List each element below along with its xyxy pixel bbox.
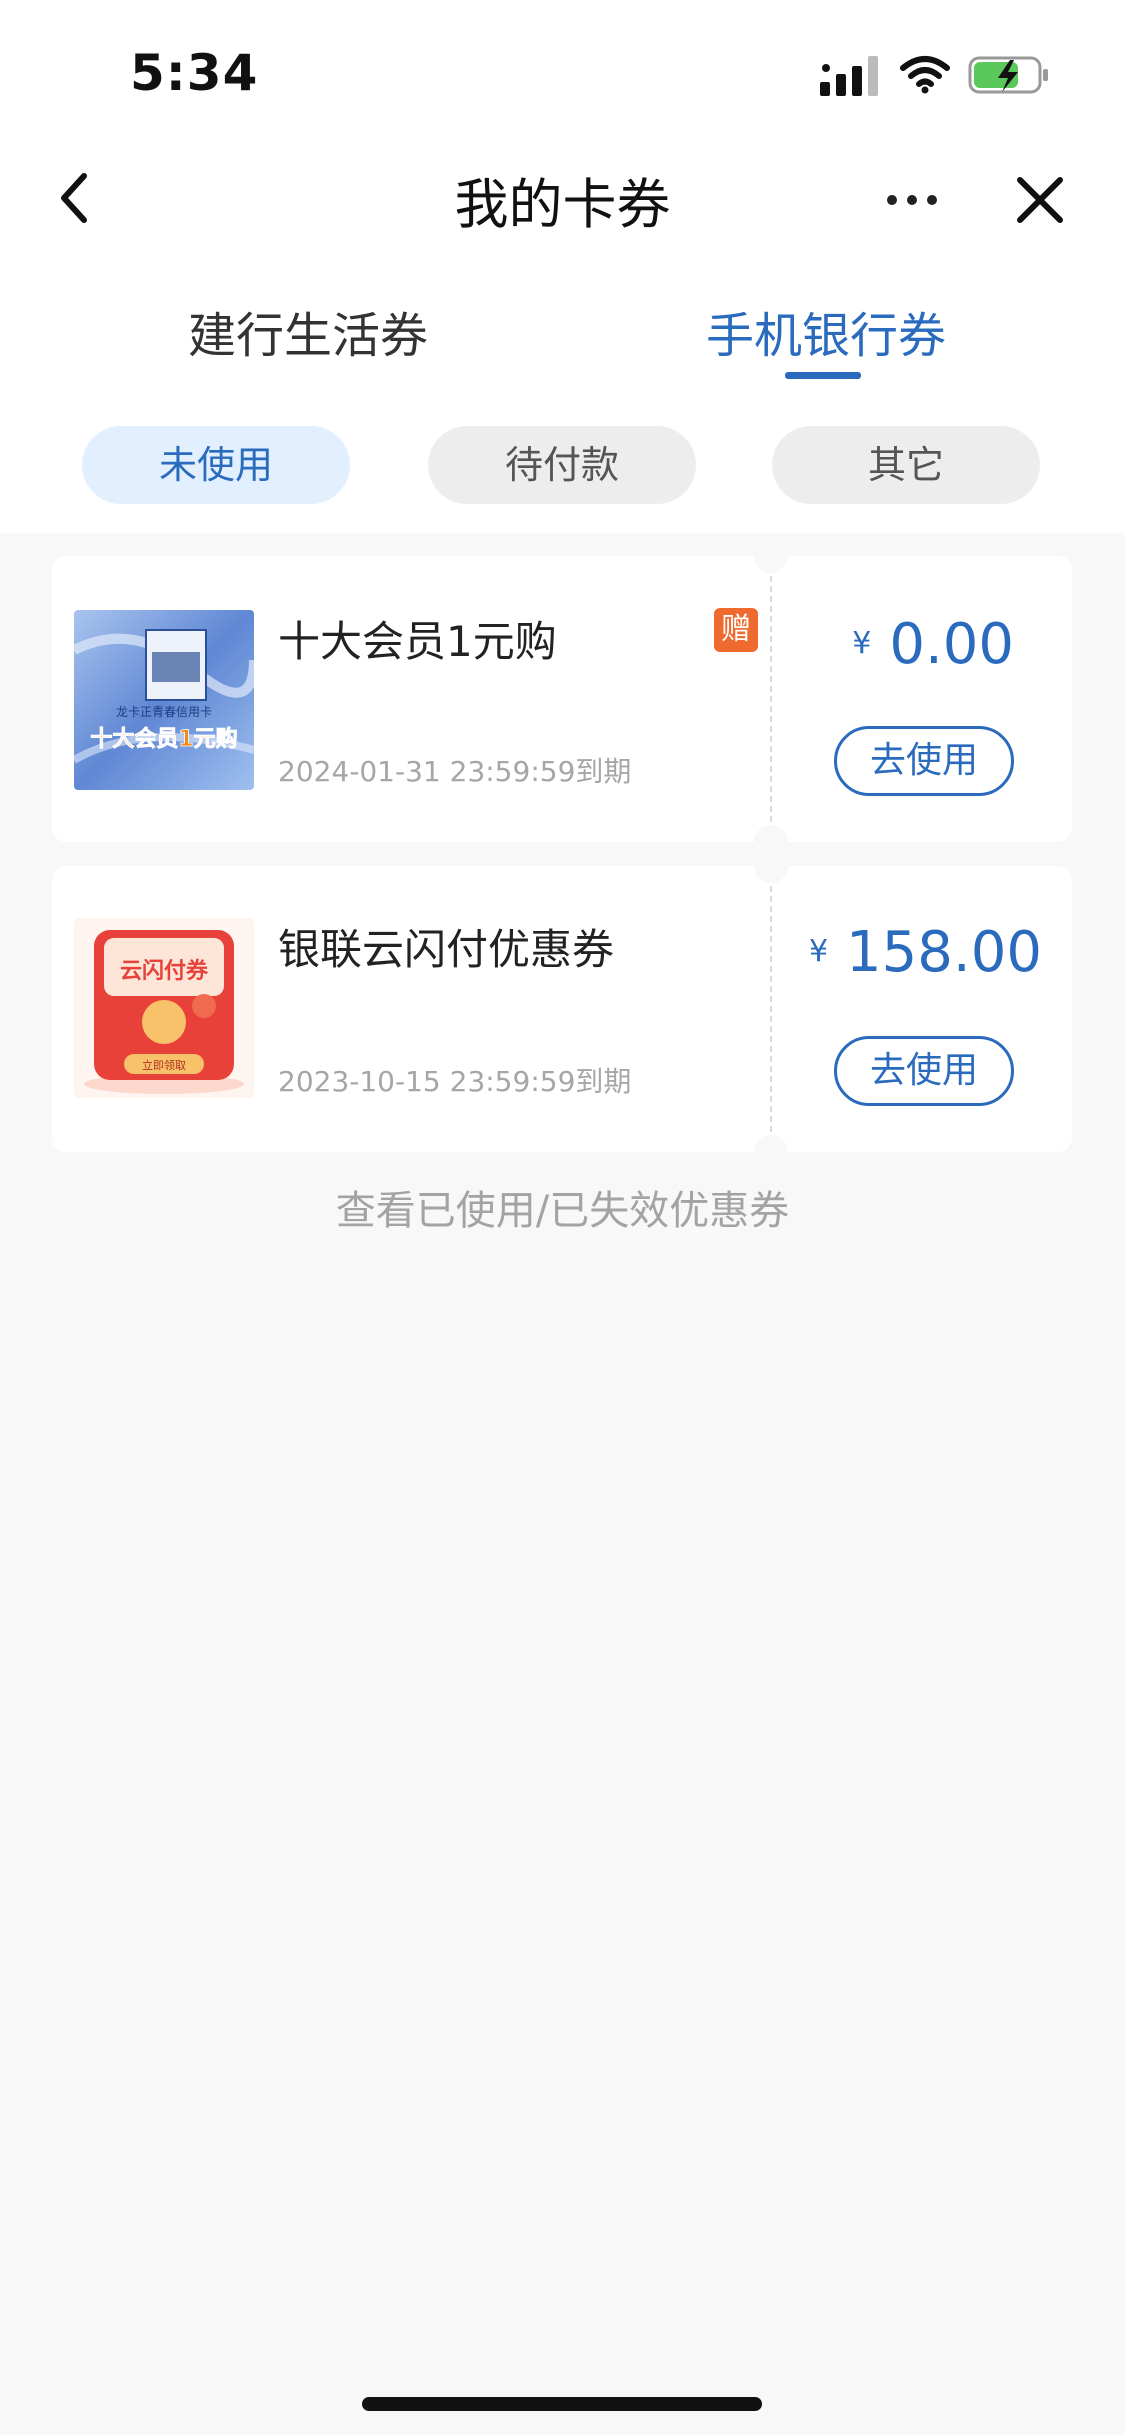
card-divider bbox=[770, 556, 772, 842]
home-indicator bbox=[362, 2397, 762, 2411]
active-tab-indicator bbox=[785, 372, 861, 379]
currency-symbol: ¥ bbox=[852, 626, 872, 662]
thumb-text-1: 龙卡正青春信用卡 bbox=[116, 705, 212, 719]
coupon-card[interactable]: 云闪付券 立即领取 银联云闪付优惠券 2023-10-15 23:59:59到期… bbox=[52, 849, 1072, 1169]
coupon-title: 十大会员1元购 bbox=[278, 617, 557, 666]
battery-charging-icon bbox=[968, 56, 1048, 94]
coupon-title: 银联云闪付优惠券 bbox=[278, 925, 615, 974]
coupon-expiry: 2024-01-31 23:59:59到期 bbox=[278, 755, 632, 788]
thumb-text-2: 立即领取 bbox=[142, 1058, 186, 1072]
thumb-text-2: 十大会员1元购 bbox=[90, 726, 237, 752]
more-horizontal-icon[interactable] bbox=[882, 180, 942, 220]
thumb-text-1: 云闪付券 bbox=[120, 958, 209, 984]
page-title: 我的卡券 bbox=[454, 173, 671, 236]
coupon-expiry: 2023-10-15 23:59:59到期 bbox=[278, 1065, 632, 1098]
coupon-amount: ¥0.00 bbox=[852, 612, 1014, 677]
filter-pending-payment[interactable]: 待付款 bbox=[428, 426, 696, 504]
filter-unused[interactable]: 未使用 bbox=[82, 426, 350, 504]
wifi-icon bbox=[900, 56, 950, 94]
card-divider bbox=[770, 866, 772, 1152]
close-icon[interactable] bbox=[1010, 170, 1070, 230]
cellular-signal-icon bbox=[820, 56, 878, 96]
currency-symbol: ¥ bbox=[808, 934, 829, 970]
amount-value: 158.00 bbox=[846, 920, 1042, 985]
coupon-card[interactable]: 龙卡正青春信用卡 十大会员1元购 十大会员1元购 赠 2024-01-31 23… bbox=[52, 539, 1072, 859]
coupon-thumbnail: 云闪付券 立即领取 bbox=[74, 918, 254, 1098]
use-coupon-button[interactable]: 去使用 bbox=[834, 1036, 1014, 1106]
use-coupon-button[interactable]: 去使用 bbox=[834, 726, 1014, 796]
coupon-amount: ¥158.00 bbox=[809, 920, 1042, 985]
tab-ccb-life-coupons[interactable]: 建行生活券 bbox=[188, 296, 428, 366]
amount-value: 0.00 bbox=[889, 612, 1014, 677]
gift-badge: 赠 bbox=[714, 608, 758, 652]
tab-mobile-banking-coupons[interactable]: 手机银行券 bbox=[706, 296, 946, 366]
filter-other[interactable]: 其它 bbox=[772, 426, 1040, 504]
coupon-thumbnail: 龙卡正青春信用卡 十大会员1元购 bbox=[74, 610, 254, 790]
status-time: 5:34 bbox=[130, 44, 259, 102]
view-used-expired-link[interactable]: 查看已使用/已失效优惠券 bbox=[0, 1178, 1125, 1236]
